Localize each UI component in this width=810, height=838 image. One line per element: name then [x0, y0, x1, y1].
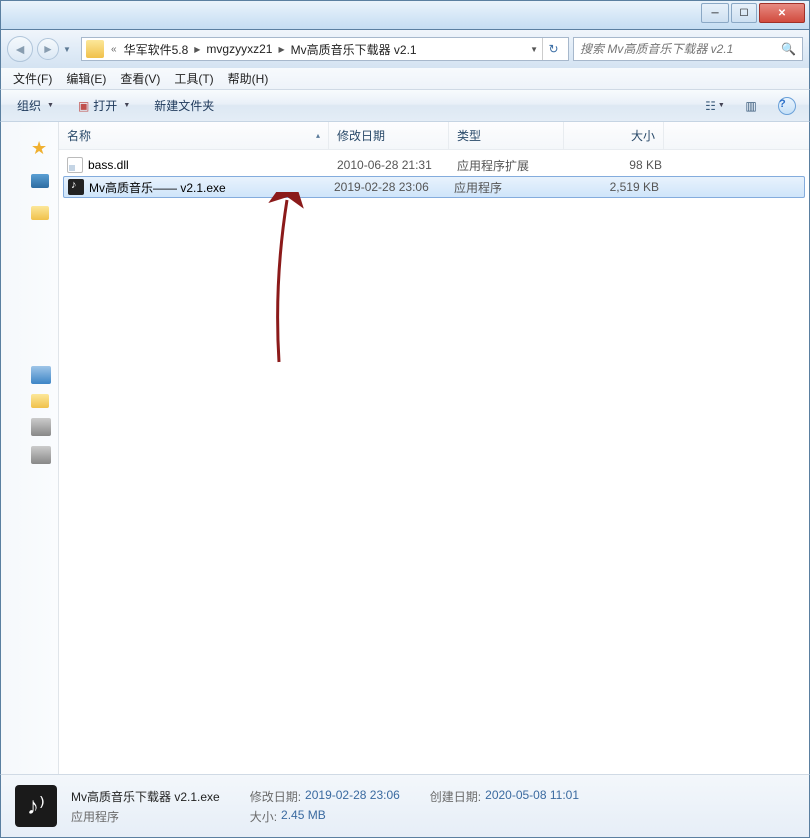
favorites-icon[interactable]: ★ [31, 138, 51, 156]
file-list[interactable]: bass.dll 2010-06-28 21:31 应用程序扩展 98 KB M… [59, 150, 809, 774]
search-icon[interactable]: 🔍 [781, 42, 796, 56]
file-size: 98 KB [572, 158, 672, 172]
chevron-down-icon: ▼ [123, 102, 130, 109]
details-size-value: 2.45 MB [281, 808, 326, 825]
column-type[interactable]: 类型 [449, 122, 564, 149]
folder-icon[interactable] [31, 206, 49, 220]
column-name[interactable]: 名称 ▴ [59, 122, 329, 149]
details-create-value: 2020-05-08 11:01 [485, 788, 579, 805]
window-controls: ─ ☐ ✕ [699, 3, 805, 23]
sort-indicator-icon: ▴ [316, 131, 320, 140]
file-date: 2010-06-28 21:31 [337, 158, 457, 172]
menu-view[interactable]: 查看(V) [114, 68, 166, 89]
refresh-button[interactable]: ↻ [542, 38, 564, 60]
help-button[interactable]: ? [775, 94, 799, 118]
navigation-bar: ◄ ► ▼ « 华军软件5.8 ▶ mvgzyyxz21 ▶ Mv高质音乐下载器… [0, 30, 810, 68]
details-size-label: 大小: [250, 808, 277, 825]
new-folder-label: 新建文件夹 [154, 97, 214, 114]
menu-help[interactable]: 帮助(H) [222, 68, 275, 89]
drive-icon[interactable] [31, 446, 51, 464]
details-create-label: 创建日期: [430, 788, 481, 805]
file-row[interactable]: Mv高质音乐—— v2.1.exe 2019-02-28 23:06 应用程序 … [63, 176, 805, 198]
exe-file-icon [68, 179, 84, 195]
file-date: 2019-02-28 23:06 [334, 180, 454, 194]
column-headers: 名称 ▴ 修改日期 类型 大小 [59, 122, 809, 150]
open-icon: ▣ [78, 99, 89, 113]
chevron-down-icon[interactable]: ▼ [528, 45, 540, 54]
search-box[interactable]: 🔍 [573, 37, 803, 61]
file-size: 2,519 KB [569, 180, 669, 194]
open-label: 打开 [93, 97, 117, 114]
preview-pane-button[interactable]: ▥ [739, 94, 763, 118]
close-button[interactable]: ✕ [759, 3, 805, 23]
breadcrumb-item[interactable]: mvgzyyxz21 [202, 42, 276, 56]
column-name-label: 名称 [67, 127, 91, 144]
chevron-right-icon[interactable]: ▶ [192, 45, 202, 54]
main-area: ★ 名称 ▴ 修改日期 类型 大小 bass.dll [0, 122, 810, 774]
folder-icon[interactable] [31, 394, 49, 408]
details-title: Mv高质音乐下载器 v2.1.exe [71, 788, 220, 805]
window-titlebar: ─ ☐ ✕ [0, 0, 810, 30]
computer-icon[interactable] [31, 366, 51, 384]
back-button[interactable]: ◄ [7, 36, 33, 62]
file-name: Mv高质音乐—— v2.1.exe [89, 179, 226, 196]
file-type: 应用程序 [454, 179, 569, 196]
drive-icon[interactable] [31, 418, 51, 436]
breadcrumb[interactable]: « 华军软件5.8 ▶ mvgzyyxz21 ▶ Mv高质音乐下载器 v2.1 … [81, 37, 569, 61]
breadcrumb-item[interactable]: Mv高质音乐下载器 v2.1 [287, 41, 421, 58]
command-bar: 组织 ▼ ▣ 打开 ▼ 新建文件夹 ☷▼ ▥ ? [0, 90, 810, 122]
menu-file[interactable]: 文件(F) [7, 68, 58, 89]
open-button[interactable]: ▣ 打开 ▼ [72, 94, 136, 117]
column-size[interactable]: 大小 [564, 122, 664, 149]
breadcrumb-item[interactable]: 华军软件5.8 [120, 41, 193, 58]
details-mod-value: 2019-02-28 23:06 [305, 788, 400, 805]
desktop-icon[interactable] [31, 174, 49, 188]
column-date[interactable]: 修改日期 [329, 122, 449, 149]
new-folder-button[interactable]: 新建文件夹 [148, 94, 220, 117]
forward-button[interactable]: ► [37, 38, 59, 60]
search-input[interactable] [580, 42, 781, 56]
menu-edit[interactable]: 编辑(E) [60, 68, 112, 89]
chevron-down-icon: ▼ [47, 102, 54, 109]
details-subtitle: 应用程序 [71, 808, 220, 825]
menu-bar: 文件(F) 编辑(E) 查看(V) 工具(T) 帮助(H) [0, 68, 810, 90]
organize-button[interactable]: 组织 ▼ [11, 94, 60, 117]
file-type: 应用程序扩展 [457, 157, 572, 174]
details-mod-label: 修改日期: [250, 788, 301, 805]
organize-label: 组织 [17, 97, 41, 114]
view-mode-button[interactable]: ☷▼ [703, 94, 727, 118]
file-row[interactable]: bass.dll 2010-06-28 21:31 应用程序扩展 98 KB [59, 154, 809, 176]
history-dropdown[interactable]: ▼ [63, 45, 77, 54]
details-info: Mv高质音乐下载器 v2.1.exe 修改日期: 2019-02-28 23:0… [71, 788, 609, 825]
file-name: bass.dll [88, 158, 129, 172]
breadcrumb-prefix: « [108, 44, 120, 55]
minimize-button[interactable]: ─ [701, 3, 729, 23]
folder-icon [86, 40, 104, 58]
details-pane: ♪⁾ Mv高质音乐下载器 v2.1.exe 修改日期: 2019-02-28 2… [0, 774, 810, 838]
maximize-button[interactable]: ☐ [731, 3, 757, 23]
menu-tools[interactable]: 工具(T) [168, 68, 219, 89]
navigation-pane[interactable]: ★ [1, 122, 59, 774]
chevron-right-icon[interactable]: ▶ [276, 45, 286, 54]
selected-file-icon: ♪⁾ [15, 785, 57, 827]
dll-file-icon [67, 157, 83, 173]
file-list-pane: 名称 ▴ 修改日期 类型 大小 bass.dll 2010-06-28 21:3… [59, 122, 809, 774]
